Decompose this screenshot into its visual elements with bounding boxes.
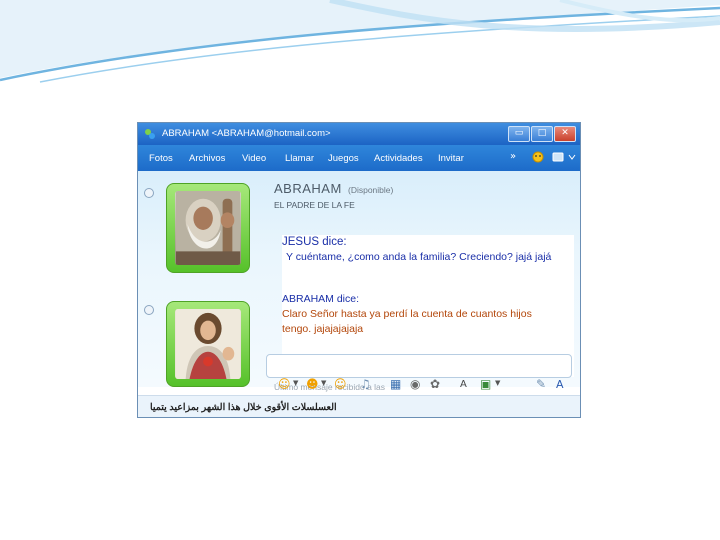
- message-1-text: Y cuéntame, ¿como anda la familia? Creci…: [286, 251, 552, 263]
- camera-icon[interactable]: ◉: [410, 377, 420, 391]
- collapse-own-icon[interactable]: [144, 305, 154, 315]
- message-2-speaker: ABRAHAM dice:: [282, 293, 360, 305]
- nudge-icon[interactable]: ☺: [334, 377, 347, 391]
- title-bar[interactable]: ABRAHAM <ABRAHAM@hotmail.com> ▭ □ ✕: [138, 123, 580, 145]
- compose-toolbar: ☺ ▼ ☻ ▼ ☺ ♫ ▦ ◉ ✿ A ▣ ▼ ✎ A: [138, 373, 580, 395]
- status-bar: العسلسلات الأقوى خلال هذا الشهر بمزاعيد …: [138, 395, 580, 417]
- text-style-icon[interactable]: A: [556, 378, 564, 391]
- contact-avatar[interactable]: [166, 183, 250, 273]
- gift-icon[interactable]: ✿: [430, 377, 440, 391]
- smiley-status-icon[interactable]: [532, 151, 544, 163]
- menu-invitar[interactable]: Invitar: [438, 153, 464, 164]
- contact-name: ABRAHAM: [274, 181, 342, 196]
- wink-icon[interactable]: ☻: [306, 377, 319, 391]
- toolbar-dropdown-icon[interactable]: ▼: [495, 379, 500, 387]
- menu-archivos[interactable]: Archivos: [189, 153, 225, 164]
- jesus-picture: [175, 309, 241, 379]
- chevron-down-icon[interactable]: [568, 153, 576, 161]
- menu-bar: Fotos Archivos Video Llamar Juegos Activ…: [138, 145, 580, 171]
- smiley-dropdown-icon[interactable]: ▼: [293, 379, 298, 387]
- menu-llamar[interactable]: Llamar: [285, 153, 314, 164]
- ad-banner-text[interactable]: العسلسلات الأقوى خلال هذا الشهر بمزاعيد …: [150, 402, 337, 413]
- smiley-icon[interactable]: ☺: [278, 377, 291, 391]
- menu-actividades[interactable]: Actividades: [374, 153, 423, 164]
- menu-video[interactable]: Video: [242, 153, 266, 164]
- handwriting-icon[interactable]: ✎: [536, 377, 546, 391]
- more-menu-icon[interactable]: »: [510, 151, 516, 162]
- voice-clip-icon[interactable]: ♫: [360, 377, 371, 391]
- message-2-text: Claro Señor hasta ya perdí la cuenta de …: [282, 308, 532, 335]
- messenger-window: ABRAHAM <ABRAHAM@hotmail.com> ▭ □ ✕ Foto…: [137, 122, 581, 418]
- maximize-button[interactable]: □: [531, 126, 553, 142]
- background-icon[interactable]: ▦: [390, 377, 401, 391]
- close-button[interactable]: ✕: [554, 126, 576, 142]
- options-icon[interactable]: [552, 151, 564, 163]
- slide-header-swoosh: [0, 0, 720, 83]
- menu-juegos[interactable]: Juegos: [328, 153, 359, 164]
- abraham-picture: [175, 191, 241, 265]
- window-title: ABRAHAM <ABRAHAM@hotmail.com>: [162, 128, 331, 139]
- menu-fotos[interactable]: Fotos: [149, 153, 173, 164]
- color-icon[interactable]: ▣: [480, 377, 491, 391]
- font-icon[interactable]: A: [460, 379, 467, 390]
- wink-dropdown-icon[interactable]: ▼: [321, 379, 326, 387]
- contact-personal-message: EL PADRE DE LA FE: [274, 200, 355, 210]
- contact-status: (Disponible): [348, 185, 394, 195]
- windows-live-icon: [145, 129, 155, 139]
- message-1-speaker: JESUS dice:: [282, 236, 347, 248]
- minimize-button[interactable]: ▭: [508, 126, 530, 142]
- collapse-contact-icon[interactable]: [144, 188, 154, 198]
